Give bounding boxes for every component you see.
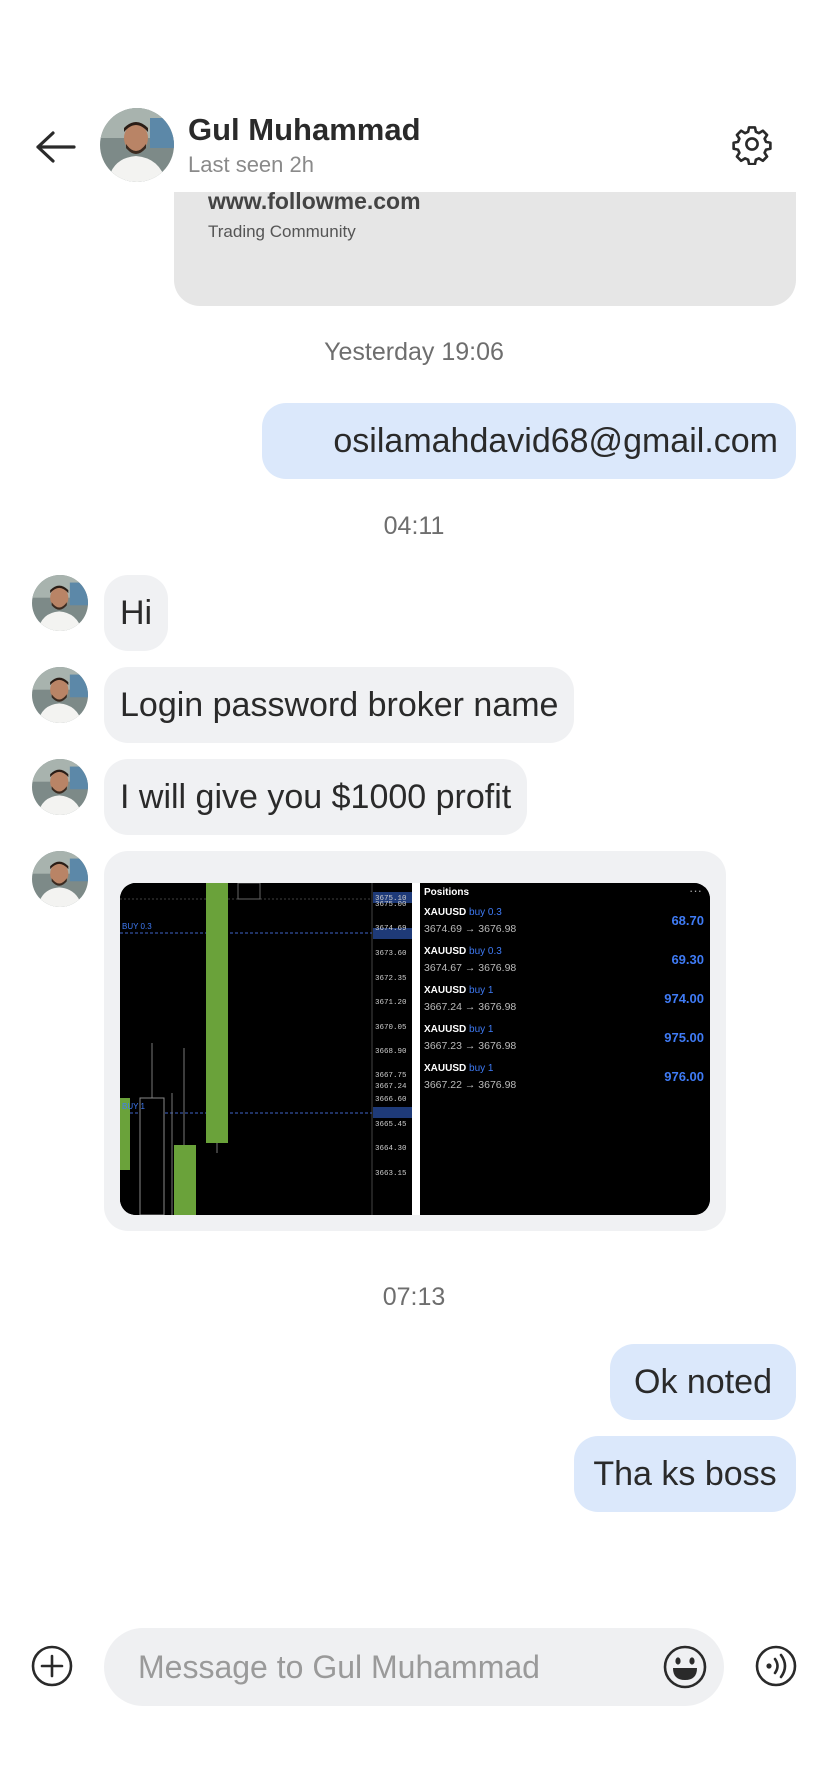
sender-avatar[interactable] — [32, 667, 88, 723]
incoming-message[interactable]: Hi — [104, 575, 169, 651]
emoji-button[interactable] — [662, 1644, 708, 1690]
sender-avatar[interactable] — [32, 759, 88, 815]
attach-button[interactable] — [30, 1644, 74, 1688]
trading-screenshot[interactable]: BUY 0.3 BUY 1 3675.10 3675.00 3674.69 3673.… — [120, 883, 710, 1215]
link-preview-url: www.followme.com — [208, 188, 421, 214]
position-side: buy 1 — [469, 1024, 494, 1035]
candlestick-chart: BUY 0.3 BUY 1 3675.10 3675.00 3674.69 3673.… — [120, 883, 412, 1215]
position-row: XAUUSD buy 0.3 3674.67 → 3676.98 69.30 — [424, 946, 706, 982]
position-row: XAUUSD buy 0.3 3674.69 → 3676.98 68.70 — [424, 907, 706, 943]
contact-name[interactable]: Gul Muhammad — [188, 112, 421, 148]
position-profit: 974.00 — [664, 991, 704, 1006]
position-side: buy 1 — [469, 985, 494, 996]
position-side: buy 0.3 — [469, 907, 502, 918]
position-prices: 3667.22 → 3676.98 — [424, 1079, 517, 1091]
position-profit: 975.00 — [664, 1030, 704, 1045]
price-tick-label: 3668.90 — [375, 1048, 407, 1056]
voice-message-button[interactable] — [754, 1644, 798, 1688]
price-tick-label: 3673.60 — [375, 950, 407, 958]
positions-title: Positions — [424, 887, 470, 898]
price-tick-label: 3674.69 — [375, 925, 407, 933]
price-tick-label: 3665.45 — [375, 1121, 407, 1129]
timestamp: 04:11 — [383, 512, 445, 540]
position-row: XAUUSD buy 1 3667.23 → 3676.98 975.00 — [424, 1024, 706, 1060]
voice-message-icon — [755, 1645, 797, 1687]
timestamp: 07:13 — [382, 1283, 446, 1311]
position-symbol: XAUUSD — [424, 946, 467, 957]
candle — [206, 883, 228, 1143]
message-composer — [104, 1628, 724, 1706]
position-prices: 3674.69 → 3676.98 — [424, 923, 517, 935]
position-symbol: XAUUSD — [424, 1024, 467, 1035]
back-button[interactable] — [30, 122, 80, 172]
candle — [174, 1145, 196, 1215]
price-tick-label: 3670.05 — [375, 1024, 407, 1032]
positions-panel: Positions ··· XAUUSD buy 0.3 3674.69 → 3… — [420, 883, 710, 1215]
message-input[interactable] — [138, 1628, 638, 1706]
settings-button[interactable] — [728, 120, 776, 168]
plus-circle-icon — [31, 1645, 73, 1687]
position-prices: 3667.24 → 3676.98 — [424, 1001, 517, 1013]
incoming-message[interactable]: I will give you $1000 profit — [104, 759, 528, 835]
price-tick-label: 3666.60 — [375, 1096, 407, 1104]
incoming-image-message[interactable]: BUY 0.3 BUY 1 3675.10 3675.00 3674.69 3673.… — [104, 851, 726, 1231]
price-tick-label: 3663.15 — [375, 1170, 407, 1178]
price-tick-label: 3667.75 — [375, 1072, 407, 1080]
sender-avatar[interactable] — [32, 851, 88, 907]
sender-avatar[interactable] — [32, 575, 88, 631]
chat-header: Gul Muhammad Last seen 2h — [0, 100, 828, 192]
position-side: buy 0.3 — [469, 946, 502, 957]
position-symbol: XAUUSD — [424, 985, 467, 996]
position-profit: 68.70 — [671, 913, 704, 928]
price-tick-label: 3667.24 — [375, 1083, 407, 1091]
arrow-left-icon — [36, 131, 76, 163]
outgoing-message[interactable]: Ok noted — [610, 1344, 796, 1420]
order-line-label: BUY 1 — [122, 1102, 146, 1111]
position-prices: 3674.67 → 3676.98 — [424, 962, 517, 974]
contact-avatar[interactable] — [100, 108, 174, 182]
link-preview-description: Trading Community — [208, 222, 356, 241]
price-tick-label: 3671.20 — [375, 999, 407, 1007]
position-profit: 69.30 — [671, 952, 704, 967]
price-tick-label: 3672.35 — [375, 975, 407, 983]
position-symbol: XAUUSD — [424, 907, 467, 918]
more-icon: ··· — [689, 883, 702, 898]
position-profit: 976.00 — [664, 1069, 704, 1084]
emoji-icon — [663, 1645, 707, 1689]
outgoing-message[interactable]: Tha ks boss — [574, 1436, 796, 1512]
position-row: XAUUSD buy 1 3667.22 → 3676.98 976.00 — [424, 1063, 706, 1099]
outgoing-message[interactable]: osilamahdavid68@gmail.com — [262, 403, 796, 479]
position-prices: 3667.23 → 3676.98 — [424, 1040, 517, 1052]
position-symbol: XAUUSD — [424, 1063, 467, 1074]
timestamp: Yesterday 19:06 — [324, 338, 504, 366]
price-tick-label: 3664.30 — [375, 1145, 407, 1153]
candle — [237, 883, 261, 900]
position-row: XAUUSD buy 1 3667.24 → 3676.98 974.00 — [424, 985, 706, 1021]
last-seen-status: Last seen 2h — [188, 152, 314, 177]
price-tick-label: 3675.00 — [375, 901, 407, 909]
candle — [139, 1097, 165, 1215]
gear-icon — [732, 126, 772, 165]
order-line-label: BUY 0.3 — [122, 922, 152, 931]
position-side: buy 1 — [469, 1063, 494, 1074]
incoming-message[interactable]: Login password broker name — [104, 667, 575, 743]
